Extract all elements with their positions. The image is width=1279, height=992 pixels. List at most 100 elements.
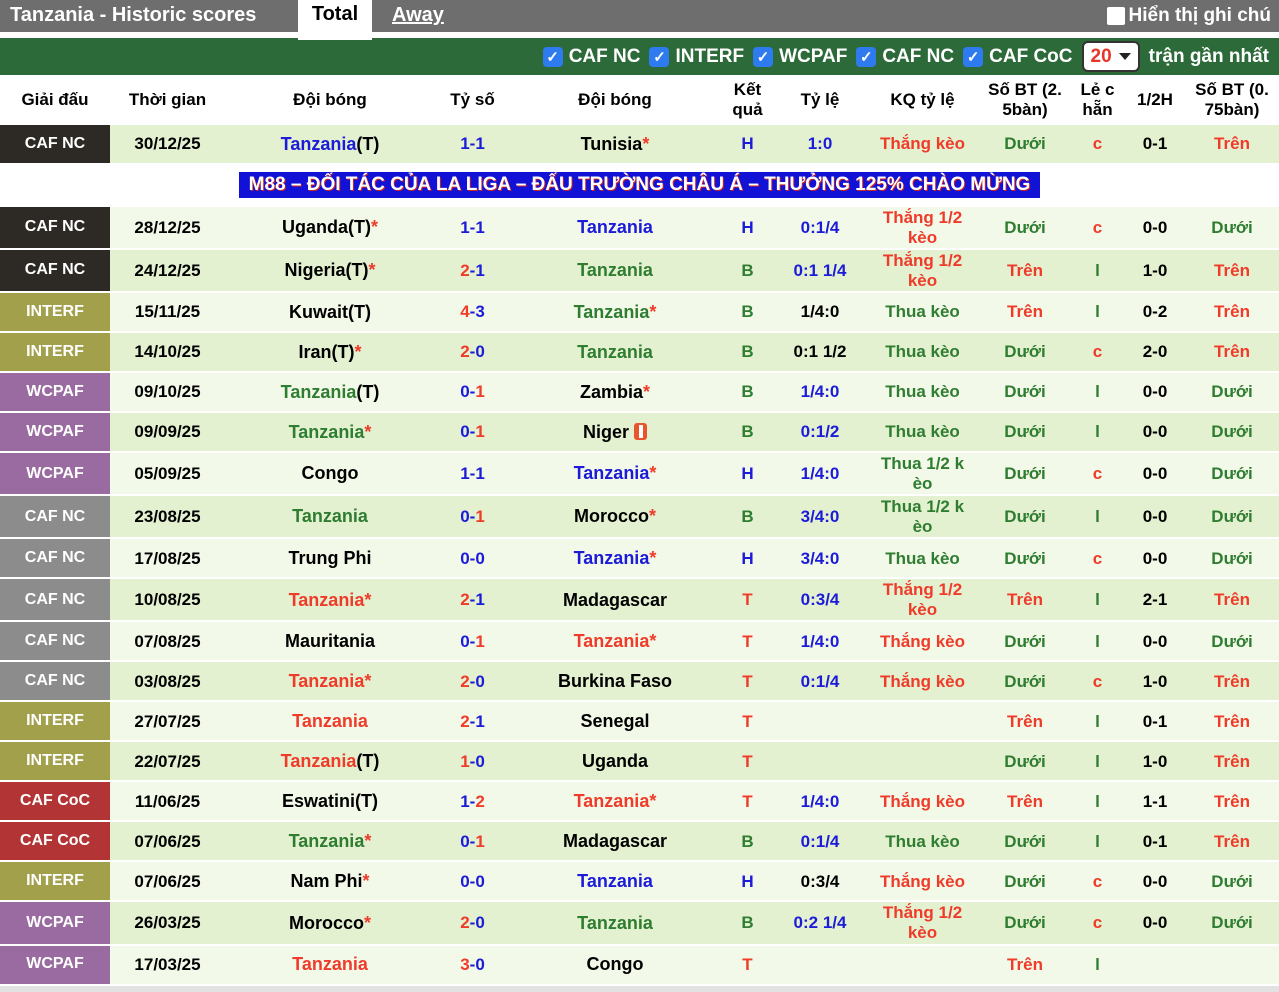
- result-letter: T: [720, 661, 775, 703]
- first-half-score: 0-0: [1125, 861, 1185, 903]
- away-team[interactable]: Zambia*: [510, 372, 720, 414]
- away-team[interactable]: Tanzania: [510, 249, 720, 294]
- checkbox-unchecked-icon[interactable]: [1106, 7, 1125, 25]
- away-team[interactable]: Tanzania: [510, 332, 720, 374]
- away-team[interactable]: Tanzania*: [510, 781, 720, 823]
- odd-even: l: [1070, 781, 1125, 823]
- result-letter: T: [720, 944, 775, 986]
- team-name: Tanzania: [288, 831, 365, 852]
- handicap-result: Thua kèo: [865, 412, 980, 454]
- home-team[interactable]: Tanzania*: [225, 578, 435, 623]
- checkbox-checked-icon[interactable]: ✓: [542, 46, 563, 67]
- league-cell: INTERF: [0, 861, 110, 903]
- handicap-odds: 3/4:0: [775, 495, 865, 540]
- score: 2-0: [435, 901, 510, 946]
- over-under-25: Dưới: [980, 332, 1070, 374]
- away-team[interactable]: Madagascar: [510, 578, 720, 623]
- result-letter: B: [720, 292, 775, 334]
- handicap-result: Thua kèo: [865, 821, 980, 863]
- match-date: 28/12/25: [110, 206, 225, 251]
- over-under-075: Trên: [1185, 292, 1279, 334]
- away-team[interactable]: Tanzania*: [510, 621, 720, 663]
- away-team[interactable]: Niger: [510, 412, 720, 454]
- home-team[interactable]: Tanzania*: [225, 661, 435, 703]
- away-team[interactable]: Tanzania*: [510, 452, 720, 497]
- home-team[interactable]: Trung Phi: [225, 538, 435, 580]
- handicap-result: Thua kèo: [865, 538, 980, 580]
- over-under-075: Trên: [1185, 741, 1279, 783]
- page-title: Tanzania - Historic scores: [10, 4, 257, 26]
- home-team[interactable]: Nigeria(T)*: [225, 249, 435, 294]
- odd-even: l: [1070, 621, 1125, 663]
- filter-checkbox-interf[interactable]: ✓ INTERF: [649, 46, 744, 68]
- match-count-select[interactable]: 20: [1081, 41, 1140, 72]
- away-team[interactable]: Uganda: [510, 741, 720, 783]
- home-team[interactable]: Iran(T)*: [225, 332, 435, 374]
- filter-checkbox-caf-coc[interactable]: ✓ CAF CoC: [963, 46, 1073, 68]
- first-half-score: 0-0: [1125, 621, 1185, 663]
- home-team[interactable]: Tanzania: [225, 944, 435, 986]
- away-team[interactable]: Tanzania*: [510, 292, 720, 334]
- over-under-25: Dưới: [980, 741, 1070, 783]
- filter-checkbox-caf-nc[interactable]: ✓ CAF NC: [856, 46, 954, 68]
- match-row: CAF NC 28/12/25 Uganda(T)* 1-1 Tanzania H 0:1/…: [0, 206, 1279, 251]
- tab-total[interactable]: Total: [298, 0, 372, 40]
- first-half-score: 0-0: [1125, 452, 1185, 497]
- home-team[interactable]: Kuwait(T): [225, 292, 435, 334]
- home-team[interactable]: Morocco*: [225, 901, 435, 946]
- away-team[interactable]: Tunisia*: [510, 125, 720, 165]
- tab-away[interactable]: Away: [392, 4, 444, 27]
- match-row: CAF NC 10/08/25 Tanzania* 2-1 Madagascar T 0:3…: [0, 578, 1279, 623]
- away-team[interactable]: Tanzania*: [510, 538, 720, 580]
- col-header-goals-25: Số BT (2. 5bàn): [980, 75, 1070, 125]
- home-team[interactable]: Tanzania*: [225, 412, 435, 454]
- team-name: Tanzania: [280, 381, 357, 402]
- handicap-odds: 1:0: [775, 125, 865, 165]
- filter-checkbox-wcpaf[interactable]: ✓ WCPAF: [753, 46, 847, 68]
- show-notes-toggle[interactable]: Hiển thị ghi chú: [1106, 5, 1271, 27]
- home-team[interactable]: Congo: [225, 452, 435, 497]
- home-team[interactable]: Tanzania*: [225, 821, 435, 863]
- match-date: 30/12/25: [110, 125, 225, 165]
- team-name: Mauritania: [284, 631, 376, 652]
- home-team[interactable]: Tanzania: [225, 701, 435, 743]
- handicap-odds: [775, 701, 865, 743]
- ad-banner[interactable]: M88 – ĐỐI TÁC CỦA LA LIGA – ĐẤU TRƯỜNG C…: [238, 172, 1041, 198]
- away-team[interactable]: Senegal: [510, 701, 720, 743]
- result-letter: B: [720, 332, 775, 374]
- home-team[interactable]: Tanzania(T): [225, 125, 435, 165]
- home-team[interactable]: Mauritania: [225, 621, 435, 663]
- checkbox-checked-icon[interactable]: ✓: [963, 46, 984, 67]
- home-team[interactable]: Tanzania: [225, 495, 435, 540]
- away-team[interactable]: Tanzania: [510, 901, 720, 946]
- home-team[interactable]: Tanzania(T): [225, 372, 435, 414]
- league-badge: WCPAF: [0, 373, 110, 412]
- odd-even: l: [1070, 292, 1125, 334]
- league-badge: CAF NC: [0, 539, 110, 578]
- away-team[interactable]: Madagascar: [510, 821, 720, 863]
- away-team[interactable]: Burkina Faso: [510, 661, 720, 703]
- result-letter: B: [720, 901, 775, 946]
- filter-checkbox-caf-nc[interactable]: ✓ CAF NC: [542, 46, 640, 68]
- star-marker: *: [354, 341, 362, 362]
- league-cell: WCPAF: [0, 901, 110, 946]
- checkbox-checked-icon[interactable]: ✓: [856, 46, 877, 67]
- team-name: Nigeria: [284, 260, 346, 281]
- first-half-score: 2-0: [1125, 332, 1185, 374]
- score: 4-3: [435, 292, 510, 334]
- away-team[interactable]: Congo: [510, 944, 720, 986]
- league-cell: CAF NC: [0, 661, 110, 703]
- checkbox-checked-icon[interactable]: ✓: [753, 46, 774, 67]
- odd-even: l: [1070, 741, 1125, 783]
- home-team[interactable]: Eswatini(T): [225, 781, 435, 823]
- away-team[interactable]: Tanzania: [510, 206, 720, 251]
- match-count-suffix-label: trận gần nhất: [1148, 45, 1269, 67]
- home-team[interactable]: Tanzania(T): [225, 741, 435, 783]
- over-under-075: Dưới: [1185, 901, 1279, 946]
- away-team[interactable]: Tanzania: [510, 861, 720, 903]
- away-team[interactable]: Morocco*: [510, 495, 720, 540]
- home-team[interactable]: Uganda(T)*: [225, 206, 435, 251]
- checkbox-checked-icon[interactable]: ✓: [649, 46, 670, 67]
- home-team[interactable]: Nam Phi*: [225, 861, 435, 903]
- team-name: Tanzania: [288, 421, 365, 442]
